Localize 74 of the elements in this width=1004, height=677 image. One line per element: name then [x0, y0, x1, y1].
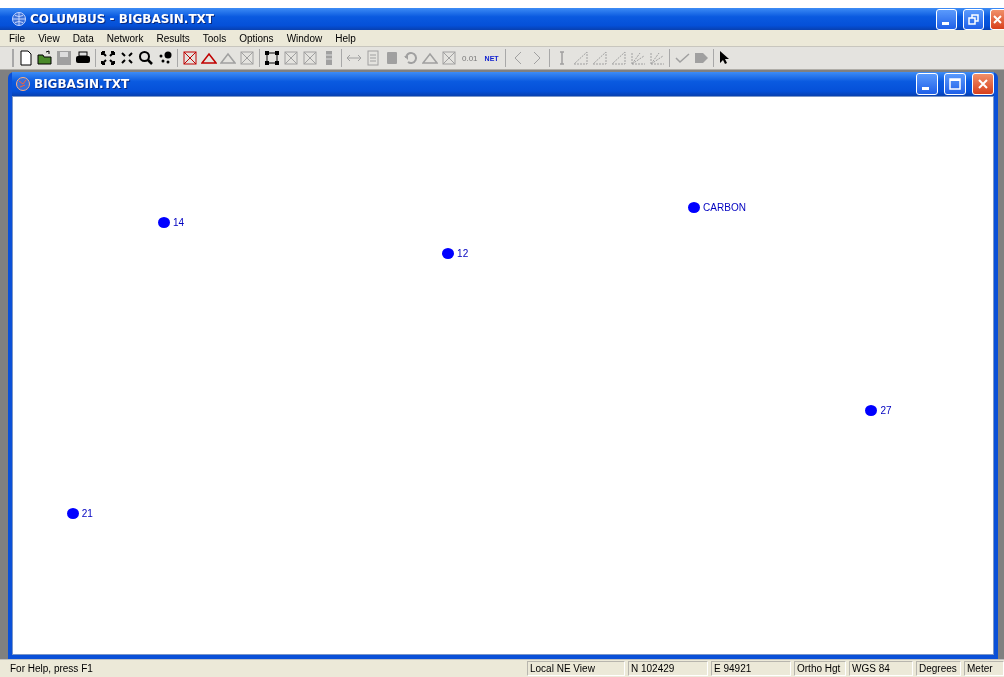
point-label: 21 — [81, 507, 93, 519]
point-marker[interactable] — [688, 202, 701, 214]
menu-item[interactable]: Tools — [195, 32, 233, 44]
folder-icon — [37, 50, 53, 66]
menu-item[interactable]: File — [6, 32, 32, 44]
maximize-icon — [948, 77, 962, 91]
status-pane: E 94921 — [711, 661, 791, 676]
window-title: COLUMBUS - BIGBASIN.TXT — [30, 12, 214, 26]
pentagon-icon — [692, 50, 709, 66]
triangle-icon — [422, 50, 438, 66]
check-icon — [673, 50, 690, 66]
document-icon — [365, 50, 381, 66]
close-icon — [991, 12, 1004, 26]
toolbar-button[interactable] — [37, 50, 53, 66]
status-pane: Meter — [964, 661, 1004, 676]
square-nodes-icon — [264, 50, 280, 66]
close-button[interactable] — [972, 73, 994, 95]
crossed-box-icon — [182, 50, 198, 66]
toolbar-button[interactable] — [264, 50, 280, 66]
point-label: 27 — [880, 404, 892, 416]
fan-lines-icon — [648, 50, 665, 66]
document-title: BIGBASIN.TXT — [34, 77, 130, 91]
angle-icon — [572, 50, 589, 66]
menu-item[interactable]: Network — [99, 32, 150, 44]
fan-lines-icon — [629, 50, 646, 66]
crossed-box-icon — [239, 50, 255, 66]
minimize-button[interactable] — [936, 8, 957, 30]
printer-icon — [75, 50, 91, 66]
toolbar-button[interactable] — [100, 50, 116, 66]
menu-item[interactable]: Help — [328, 32, 362, 44]
crossed-box-icon — [302, 50, 318, 66]
expand-arrows-icon — [100, 50, 116, 66]
minimize-button[interactable] — [916, 73, 938, 95]
status-pane: Ortho Hgt — [794, 661, 846, 676]
point-marker[interactable] — [157, 217, 170, 229]
toolbar-button[interactable] — [157, 50, 173, 66]
shrink-arrows-icon — [119, 50, 135, 66]
close-button[interactable] — [990, 8, 1004, 30]
search-icon — [138, 50, 154, 66]
status-text: For Help, press F1 — [9, 663, 94, 674]
angle-icon — [591, 50, 608, 66]
point-label: 12 — [457, 247, 469, 259]
point-marker[interactable] — [66, 507, 79, 519]
restore-icon — [967, 12, 980, 26]
menu-item[interactable]: Window — [279, 32, 329, 44]
maximize-button[interactable] — [944, 73, 966, 95]
page-icon — [18, 50, 34, 66]
toolbar-button[interactable] — [18, 50, 34, 66]
menu-item[interactable]: Data — [65, 32, 100, 44]
block-icon — [384, 50, 400, 66]
scattered-dots-icon — [157, 50, 173, 66]
menu-item[interactable]: View — [31, 32, 66, 44]
restore-button[interactable] — [963, 8, 984, 30]
point-marker[interactable] — [442, 247, 455, 259]
crossed-box-icon — [283, 50, 299, 66]
toolbar-button[interactable] — [75, 50, 91, 66]
close-icon — [976, 77, 990, 91]
status-pane: WGS 84 — [849, 661, 913, 676]
point-label: CARBON — [703, 202, 746, 214]
menu-item[interactable]: Options — [232, 32, 280, 44]
triangle-icon — [201, 50, 217, 66]
rotate-icon — [403, 50, 419, 66]
status-pane: N 102429 — [628, 661, 708, 676]
point-marker[interactable] — [865, 404, 878, 416]
toolbar-button[interactable] — [138, 50, 154, 66]
status-pane: Local NE View — [527, 661, 625, 676]
menu-item[interactable]: Results — [149, 32, 196, 44]
triangle-icon — [220, 50, 236, 66]
point-label: 14 — [172, 217, 185, 229]
vertical-measure-icon — [558, 51, 565, 65]
angle-icon — [610, 50, 627, 66]
status-pane: Degrees — [916, 661, 961, 676]
crossed-box-icon — [441, 50, 457, 66]
toolbar-button[interactable] — [119, 50, 135, 66]
